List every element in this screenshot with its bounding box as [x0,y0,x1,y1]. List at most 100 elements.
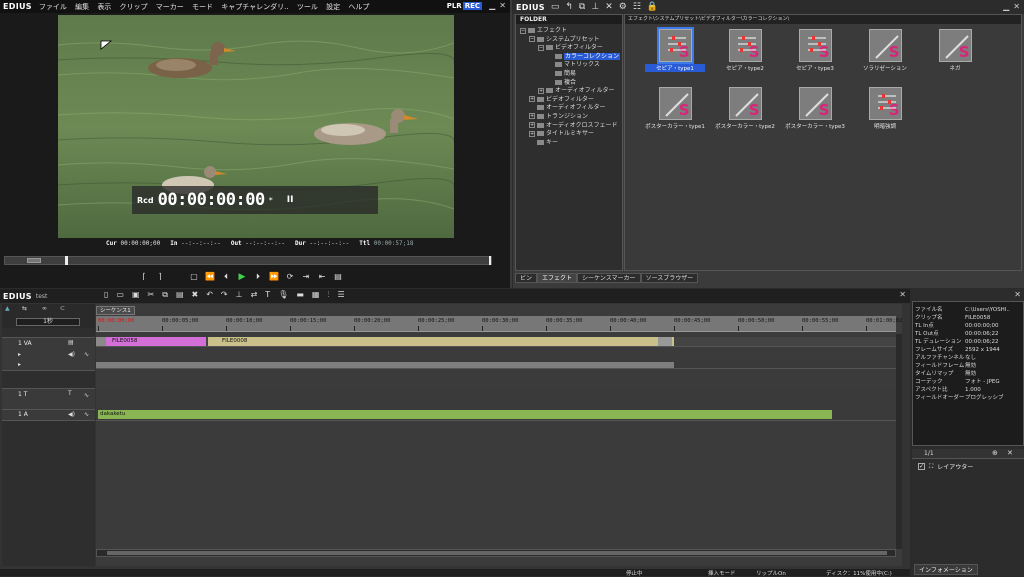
mode-icon[interactable]: ▲ [5,305,10,312]
tree-node[interactable]: 複合 [516,79,622,88]
step-forward-icon[interactable]: ⏵ [252,272,264,282]
expand-toggle-icon[interactable]: − [520,27,526,34]
mixer-icon[interactable]: ⫶ [327,290,329,300]
view-mode-icon[interactable]: ☷ [633,2,641,12]
expand-toggle-icon[interactable] [547,53,553,59]
set-in-icon[interactable]: ⌈ [138,272,150,282]
lock-icon[interactable]: 🔒 [647,2,658,12]
lane-va[interactable]: FILE0058 FILE0008 [96,337,896,347]
tree-node[interactable]: + トランジション [516,113,622,122]
lane-a[interactable]: dakaketu [96,409,896,421]
effect-item[interactable]: S ポスターカラー・type1 [645,87,705,142]
bin-close-icon[interactable]: ✕ [1013,2,1020,11]
delete-icon[interactable]: ✕ [605,2,613,12]
expand-toggle-icon[interactable]: + [538,87,544,94]
tab-sequence-marker[interactable]: シーケンスマーカー [577,273,641,283]
clip-dakaketu[interactable]: dakaketu [98,410,832,419]
tree-node[interactable]: − ビデオフィルター [516,44,622,53]
stop-icon[interactable]: ▢ [188,272,200,282]
plr-toggle[interactable]: PLR [447,2,462,10]
menu-mode[interactable]: モード [192,3,213,11]
title-icon[interactable]: T [265,290,270,300]
expand-toggle-icon[interactable] [529,105,535,111]
t-wave-icon[interactable]: ∿ [84,392,89,399]
menu-icon[interactable]: ☰ [337,290,344,300]
menu-help[interactable]: ヘルプ [348,3,369,11]
effect-item[interactable]: S 明暗強調 [855,87,915,142]
expand-toggle-icon[interactable]: + [529,113,535,120]
fast-forward-icon[interactable]: ⏩ [268,272,280,282]
menu-view[interactable]: 表示 [97,3,111,11]
effect-item[interactable]: S セピア・type2 [715,29,775,84]
effect-item[interactable]: S ポスターカラー・type3 [785,87,845,142]
rewind-icon[interactable]: ⏪ [204,272,216,282]
close-icon[interactable]: ✕ [499,1,506,10]
tab-effect[interactable]: エフェクト [537,273,578,283]
minimize-icon[interactable]: ▁ [489,1,495,10]
tab-source-browser[interactable]: ソースブラウザー [640,273,699,283]
copy-clip-icon[interactable]: ⧉ [162,290,168,300]
tree-node[interactable]: + オーディオフィルター [516,87,622,96]
insert-icon[interactable]: ⇥ [300,272,312,282]
tab-information[interactable]: インフォメーション [914,564,978,575]
tree-node[interactable]: キー [516,139,622,148]
tree-node[interactable]: オーディオフィルター [516,104,622,113]
timeline-area[interactable]: シーケンス1 00:00:00;00 00:00:05;00 00:00:10;00… [96,304,902,566]
effect-item[interactable]: S ポスターカラー・type2 [715,87,775,142]
track-header-a[interactable]: 1 A ◀) ∿ [2,409,95,421]
horizontal-scrollbar[interactable] [96,549,896,557]
title-track-icon[interactable]: T [68,390,72,397]
set-out-icon[interactable]: ⌉ [154,272,166,282]
menu-clip[interactable]: クリップ [120,3,148,11]
expand-toggle-icon[interactable]: − [538,44,544,51]
shuttle-handle[interactable] [27,258,41,263]
layer-delete-icon[interactable]: ✕ [1007,449,1013,457]
grid-icon[interactable]: ▦ [312,290,320,300]
rec-toggle[interactable]: REC [462,2,482,10]
step-back-icon[interactable]: ⏴ [220,272,232,282]
effect-item[interactable]: S ソラリゼーション [855,29,915,84]
expand-icon[interactable]: ▸ [18,351,21,358]
menu-edit[interactable]: 編集 [75,3,89,11]
expand-toggle-icon[interactable] [547,70,553,76]
vertical-scrollbar[interactable] [896,334,902,549]
bin-minimize-icon[interactable]: ▁ [1003,2,1009,11]
timeline-close-icon[interactable]: ✕ [899,290,906,299]
play-icon[interactable]: ▶ [236,272,248,282]
tree-node[interactable]: + タイトルミキサー [516,130,622,139]
loop-icon[interactable]: ⟳ [284,272,296,282]
playhead-handle[interactable] [65,256,68,265]
sync-icon[interactable]: ⇆ [22,305,27,312]
properties-icon[interactable]: ⚙ [619,2,627,12]
effect-item[interactable]: S セピア・type1 [645,27,705,84]
a-speaker-icon[interactable]: ◀) [68,411,75,418]
paste-icon[interactable]: ▤ [176,290,184,300]
render-icon[interactable]: ▬ [296,290,304,300]
track-lock-icon[interactable]: ▤ [68,339,74,346]
save-icon[interactable]: ▣ [132,290,140,300]
tree-node[interactable]: − システムプリセット [516,36,622,45]
export-icon[interactable]: ▤ [332,272,344,282]
scroll-thumb[interactable] [107,551,887,555]
tree-node[interactable]: − エフェクト [516,27,622,36]
overwrite-icon[interactable]: ⇤ [316,272,328,282]
link-icon[interactable]: ∞ [42,305,47,312]
effect-item[interactable]: S セピア・type3 [785,29,845,84]
expand-toggle-icon[interactable]: + [529,122,535,129]
tab-bin[interactable]: ビン [515,273,538,283]
expand-toggle-icon[interactable] [547,79,553,85]
menu-marker[interactable]: マーカー [156,3,184,11]
expand-sub-icon[interactable]: ▸ [18,361,21,368]
expand-toggle-icon[interactable] [529,139,535,145]
trim-icon[interactable]: ⇄ [251,290,258,300]
apply-icon[interactable]: ⊥ [591,2,599,12]
folder-icon[interactable]: ▭ [551,2,560,12]
menu-tools[interactable]: ツール [297,3,318,11]
a-wave-icon[interactable]: ∿ [84,411,89,418]
expand-toggle-icon[interactable]: + [529,96,535,103]
track-header-t[interactable]: 1 T T ∿ [2,388,95,410]
menu-file[interactable]: ファイル [39,3,67,11]
group-icon[interactable]: ⊂ [60,305,65,312]
lane-t[interactable] [96,388,896,410]
lane-va-audio[interactable] [96,361,896,369]
